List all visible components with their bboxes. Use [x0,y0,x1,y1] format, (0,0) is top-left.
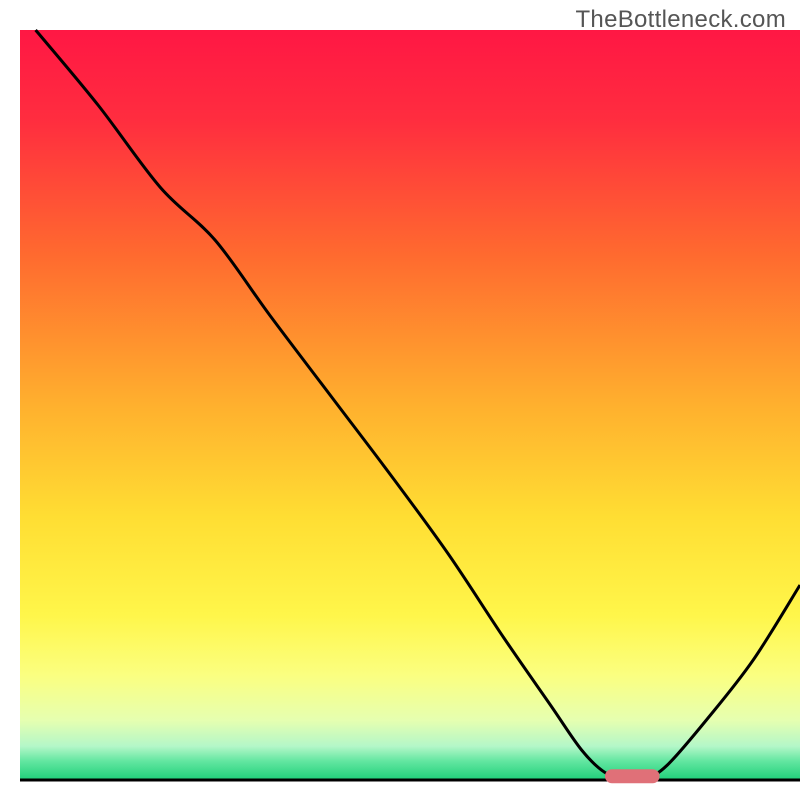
gradient-background [20,30,800,780]
chart-canvas: TheBottleneck.com [0,0,800,800]
bottleneck-chart [0,0,800,800]
watermark-text: TheBottleneck.com [575,6,786,34]
optimal-range-marker [605,769,660,783]
